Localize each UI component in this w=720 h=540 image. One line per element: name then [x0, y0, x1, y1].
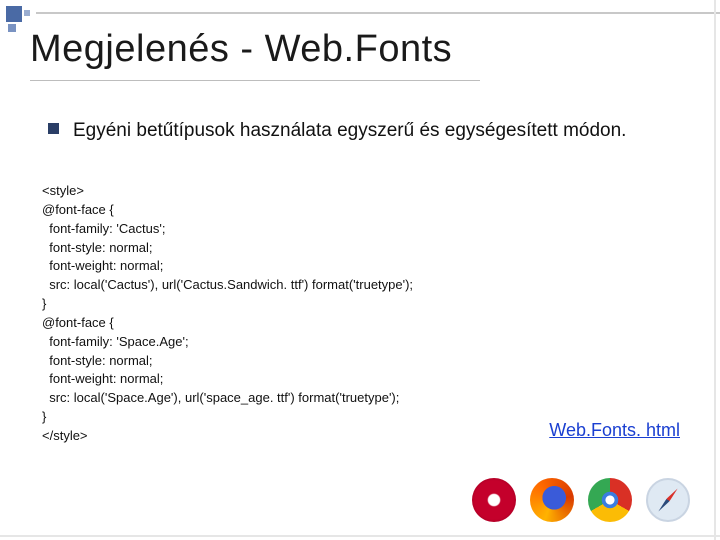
webfonts-link[interactable]: Web.Fonts. html	[549, 420, 680, 441]
square-bullet-icon	[48, 123, 59, 134]
bottom-rule	[0, 535, 720, 537]
right-rule	[714, 0, 716, 540]
top-rule	[36, 12, 720, 14]
safari-icon	[646, 478, 690, 522]
chrome-icon	[588, 478, 632, 522]
bullet-text: Egyéni betűtípusok használata egyszerű é…	[73, 118, 626, 144]
bullet-item: Egyéni betűtípusok használata egyszerű é…	[48, 118, 690, 144]
title-underline	[30, 80, 480, 81]
browser-icon-row	[472, 478, 690, 522]
slide-title: Megjelenés - Web.Fonts	[30, 28, 452, 71]
opera-icon	[472, 478, 516, 522]
code-sample: <style> @font-face { font-family: 'Cactu…	[42, 182, 413, 446]
firefox-icon	[530, 478, 574, 522]
